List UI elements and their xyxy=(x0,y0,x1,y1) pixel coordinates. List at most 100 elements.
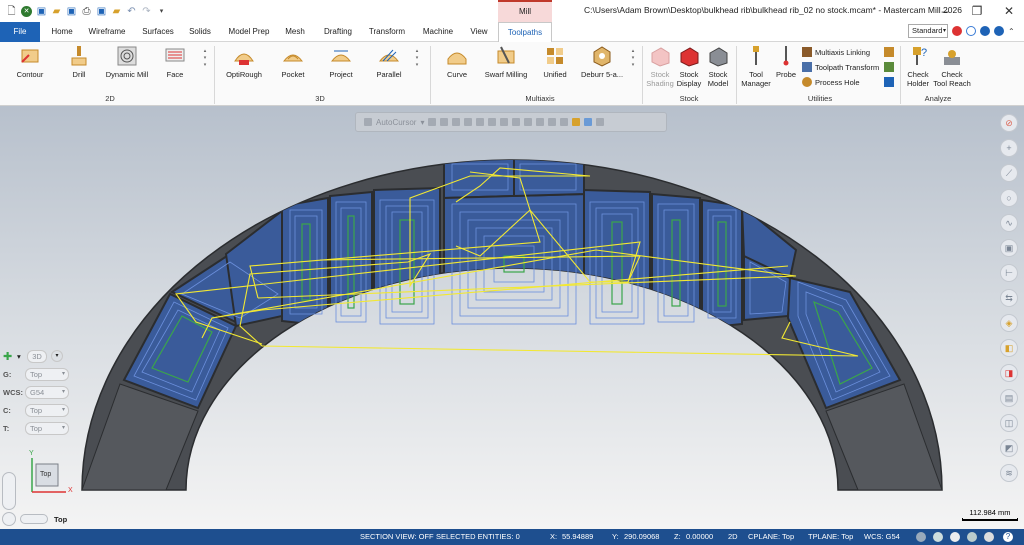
face-button[interactable]: Face xyxy=(158,45,192,79)
image-icon[interactable]: ▣ xyxy=(1000,239,1018,257)
toolpath-transform-button[interactable]: Toolpath Transform xyxy=(802,62,879,72)
multiaxis-linking-button[interactable]: Multiaxis Linking xyxy=(802,47,870,57)
translate-icon[interactable]: ⇆ xyxy=(1000,289,1018,307)
no-entry-icon[interactable]: ⊘ xyxy=(1000,114,1018,132)
stack-icon[interactable]: ≋ xyxy=(1000,464,1018,482)
optirough-button[interactable]: OptiRough xyxy=(224,45,264,79)
view-mode-value[interactable]: 3D xyxy=(27,349,47,363)
workspace-save-icon[interactable] xyxy=(952,26,962,36)
select-icon[interactable] xyxy=(440,118,449,126)
window-select-icon[interactable] xyxy=(464,118,473,126)
rotate-icon[interactable] xyxy=(2,512,16,526)
help-icon[interactable] xyxy=(994,26,1004,36)
stock-shading-button[interactable]: Stock Shading xyxy=(646,45,674,88)
restore-icon[interactable]: ❐ xyxy=(962,0,992,22)
view-mode-dropdown-icon[interactable]: ▾ xyxy=(51,350,63,362)
close-icon[interactable]: ✕ xyxy=(994,0,1024,22)
selection-grid-icon[interactable] xyxy=(572,118,581,126)
tool-manager-button[interactable]: Tool Manager xyxy=(740,45,772,88)
cplane-status[interactable]: CPLANE: Top xyxy=(748,532,794,541)
tab-transform[interactable]: Transform xyxy=(366,22,408,42)
add-plane-dropdown-icon[interactable]: ▾ xyxy=(17,352,27,361)
project-button[interactable]: Project xyxy=(324,45,358,79)
open-folder-icon[interactable]: ▰ xyxy=(51,6,62,17)
shaded-view-icon[interactable] xyxy=(933,532,943,542)
curve-button[interactable]: Curve xyxy=(440,45,474,79)
navigation-scroll[interactable] xyxy=(2,472,16,510)
wireframe-view-icon[interactable] xyxy=(916,532,926,542)
workspace-select[interactable]: Standard ▾ xyxy=(908,24,948,38)
area-select-icon[interactable] xyxy=(512,118,521,126)
analyze-icon[interactable]: ◈ xyxy=(1000,314,1018,332)
autocursor-dropdown-icon[interactable]: ▾ xyxy=(420,118,424,127)
contour-button[interactable]: Contour xyxy=(10,45,50,79)
gallery-2d-scroll[interactable]: ▴ ▾ ▾ xyxy=(202,48,208,69)
tab-surfaces[interactable]: Surfaces xyxy=(138,22,178,42)
face-select-icon[interactable] xyxy=(536,118,545,126)
wcs-cube-icon[interactable]: ◩ xyxy=(1000,439,1018,457)
view-cube-icon[interactable]: ◫ xyxy=(1000,414,1018,432)
customize-dropdown-icon[interactable]: ▾ xyxy=(156,6,167,17)
material-icon[interactable] xyxy=(984,532,994,542)
plane-select[interactable]: Top ▾ xyxy=(25,421,69,435)
utility-extra-button-1[interactable] xyxy=(884,47,894,57)
stock-display-button[interactable]: Stock Display xyxy=(676,45,702,88)
dimension-icon[interactable]: ⊢ xyxy=(1000,264,1018,282)
plane-select[interactable]: Top ▾ xyxy=(25,367,69,381)
wcs-status[interactable]: WCS: G54 xyxy=(864,532,900,541)
zoom-plus-icon[interactable]: + xyxy=(1000,139,1018,157)
pan-icon[interactable] xyxy=(20,514,48,524)
swarf-milling-button[interactable]: Swarf Milling xyxy=(482,45,530,79)
unified-button[interactable]: Unified xyxy=(538,45,572,79)
tab-file[interactable]: File xyxy=(0,22,40,42)
gallery-multiaxis-scroll[interactable]: ▴ ▾ ▾ xyxy=(630,48,636,69)
undo-icon[interactable]: ↶ xyxy=(126,6,137,17)
utility-extra-button-2[interactable] xyxy=(884,62,894,72)
layer-icon[interactable]: ▤ xyxy=(1000,389,1018,407)
plane-select[interactable]: G54 ▾ xyxy=(25,385,69,399)
tab-toolpaths[interactable]: Toolpaths xyxy=(498,22,552,43)
add-plane-icon[interactable]: ✚ xyxy=(3,350,17,363)
drill-button[interactable]: Drill xyxy=(62,45,96,79)
probe-button[interactable]: Probe xyxy=(774,45,798,79)
clear-selection-icon[interactable] xyxy=(584,118,593,126)
dynamic-mill-button[interactable]: Dynamic Mill xyxy=(104,45,150,79)
tab-mesh[interactable]: Mesh xyxy=(282,22,308,42)
circle-tool-icon[interactable]: ○ xyxy=(1000,189,1018,207)
tab-view[interactable]: View xyxy=(466,22,492,42)
check-holder-button[interactable]: ? Check Holder xyxy=(904,45,932,88)
plane-select[interactable]: Top ▾ xyxy=(25,403,69,417)
mode-status[interactable]: 2D xyxy=(728,532,738,541)
hidden-line-icon[interactable] xyxy=(950,532,960,542)
verify-icon[interactable] xyxy=(560,118,569,126)
print-icon[interactable]: ⎙ xyxy=(81,6,92,17)
single-entity-icon[interactable] xyxy=(500,118,509,126)
autocursor-toolbar[interactable]: AutoCursor ▾ xyxy=(355,112,667,132)
tab-drafting[interactable]: Drafting xyxy=(318,22,358,42)
feedback-icon[interactable] xyxy=(966,26,976,36)
snap-icon[interactable] xyxy=(428,118,437,126)
collapse-ribbon-icon[interactable]: ⌃ xyxy=(1008,27,1015,36)
edge-select-icon[interactable] xyxy=(548,118,557,126)
pocket-button[interactable]: Pocket xyxy=(276,45,310,79)
spline-tool-icon[interactable]: ∿ xyxy=(1000,214,1018,232)
refresh-icon[interactable] xyxy=(596,118,605,126)
new-file-icon[interactable]: 🗋 xyxy=(6,6,17,17)
tab-model-prep[interactable]: Model Prep xyxy=(224,22,274,42)
process-hole-button[interactable]: Process Hole xyxy=(802,77,860,87)
tab-wireframe[interactable]: Wireframe xyxy=(84,22,130,42)
polygon-select-icon[interactable] xyxy=(476,118,485,126)
info-icon[interactable] xyxy=(980,26,990,36)
autocursor-label[interactable]: AutoCursor xyxy=(376,118,416,127)
folder-icon[interactable]: ▰ xyxy=(111,6,122,17)
parallel-button[interactable]: Parallel xyxy=(372,45,406,79)
help-status-icon[interactable]: ? xyxy=(1003,532,1013,542)
solid-select-icon[interactable] xyxy=(524,118,533,126)
save-icon[interactable]: ▣ xyxy=(36,6,47,17)
utility-extra-button-3[interactable] xyxy=(884,77,894,87)
tplane-status[interactable]: TPLANE: Top xyxy=(808,532,853,541)
vector-select-icon[interactable] xyxy=(488,118,497,126)
redo-icon[interactable]: ↷ xyxy=(141,6,152,17)
view-gnomon[interactable]: Y X Top xyxy=(22,450,82,504)
minimize-icon[interactable]: – xyxy=(930,0,960,22)
